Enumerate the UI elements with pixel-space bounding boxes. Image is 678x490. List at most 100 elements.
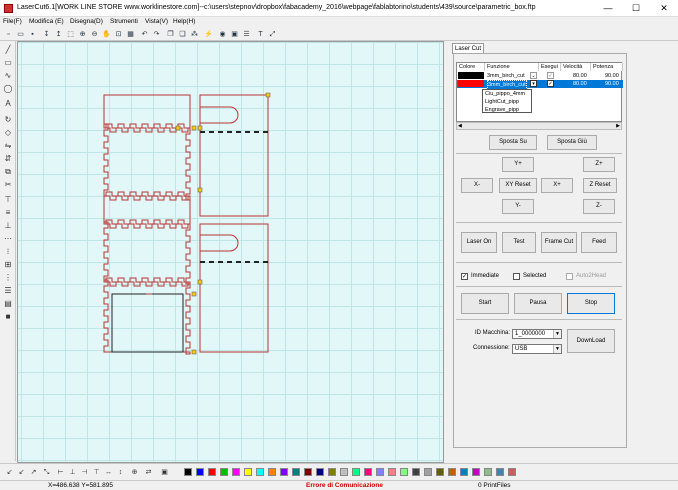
preview-icon[interactable]: ▣: [230, 30, 239, 39]
z-minus-button[interactable]: Z-: [583, 199, 615, 214]
layers-icon[interactable]: ☰: [3, 286, 13, 296]
mirror-h-icon[interactable]: ⇋: [3, 141, 13, 151]
properties-icon[interactable]: ☰: [242, 30, 251, 39]
line-tool-icon[interactable]: ╱: [3, 45, 13, 55]
node-edit-icon[interactable]: ◇: [3, 128, 13, 138]
color-swatch[interactable]: [364, 468, 372, 476]
color-swatch[interactable]: [448, 468, 456, 476]
align-top-icon[interactable]: ⊤: [3, 195, 13, 205]
menu-vista[interactable]: Vista(V): [145, 18, 168, 25]
open-file-icon[interactable]: ▭: [16, 30, 25, 39]
dropdown-option[interactable]: Engrave_pipp: [485, 106, 531, 114]
color-swatch[interactable]: [412, 468, 420, 476]
scroll-left-icon[interactable]: ◀: [458, 123, 462, 129]
undo-icon[interactable]: ↶: [140, 30, 149, 39]
frame-cut-button[interactable]: Frame Cut: [541, 232, 577, 253]
close-button[interactable]: ✕: [650, 0, 678, 17]
group-icon[interactable]: ⊞: [3, 260, 13, 270]
arrow-corner-icon[interactable]: ⤡: [42, 468, 51, 477]
grid-icon[interactable]: ▦: [126, 30, 135, 39]
ellipse-tool-icon[interactable]: ◯: [3, 84, 13, 94]
menu-modifica[interactable]: Modifica (E): [29, 18, 64, 25]
new-file-icon[interactable]: ▫: [4, 30, 13, 39]
layer-row-2[interactable]: 3mm_birch_cut ▾ ✓ 80.00 90.00: [457, 80, 623, 90]
move-up-button[interactable]: Sposta Su: [489, 135, 537, 150]
color-swatch[interactable]: [220, 468, 228, 476]
z-reset-button[interactable]: Z Reset: [583, 178, 617, 193]
align-bottom-icon[interactable]: ⊥: [3, 221, 13, 231]
color-swatch[interactable]: [316, 468, 324, 476]
magic-wand-icon[interactable]: ⚡: [204, 30, 213, 39]
color-swatch[interactable]: [460, 468, 468, 476]
start-button[interactable]: Start: [461, 293, 509, 314]
text-tool-icon[interactable]: A: [3, 99, 13, 109]
center-icon[interactable]: ⊕: [130, 468, 139, 477]
arrow-up-right-icon[interactable]: ↗: [29, 468, 38, 477]
scroll-right-icon[interactable]: ▶: [616, 123, 620, 129]
color-swatch[interactable]: [328, 468, 336, 476]
maximize-button[interactable]: ☐: [622, 0, 650, 17]
text-icon[interactable]: T: [256, 30, 265, 39]
download-button[interactable]: DownLoad: [567, 329, 615, 353]
color-swatch[interactable]: [208, 468, 216, 476]
color-swatch[interactable]: [508, 468, 516, 476]
same-width-icon[interactable]: ↔: [104, 468, 113, 477]
arrow-down-left-icon[interactable]: ↙: [5, 468, 14, 477]
connection-select[interactable]: USB ▼: [512, 344, 562, 354]
align-left-icon[interactable]: ⊢: [56, 468, 65, 477]
color-swatch[interactable]: [388, 468, 396, 476]
laser-on-button[interactable]: Laser On: [461, 232, 497, 253]
select-icon[interactable]: ⬚: [66, 30, 75, 39]
feed-button[interactable]: Feed: [581, 232, 617, 253]
arrow-down-left-icon[interactable]: ↙: [17, 468, 26, 477]
laser-icon[interactable]: ◉: [218, 30, 227, 39]
distribute-icon[interactable]: ⋯: [3, 234, 13, 244]
color-swatch[interactable]: [256, 468, 264, 476]
palette-icon[interactable]: ▣: [160, 468, 169, 477]
drawing-canvas[interactable]: [17, 41, 444, 463]
color-swatch[interactable]: [436, 468, 444, 476]
function-dropdown-list[interactable]: Ciu_pippo_4mm LightCut_pipp Engrave_pipp: [482, 89, 532, 113]
zoom-fit-icon[interactable]: ⊡: [114, 30, 123, 39]
color-swatch[interactable]: [424, 468, 432, 476]
measure-icon[interactable]: ⤢: [268, 30, 277, 39]
redo-icon[interactable]: ↷: [152, 30, 161, 39]
zoom-out-icon[interactable]: ⊖: [90, 30, 99, 39]
layer-execute-checkbox[interactable]: ✓: [547, 72, 554, 79]
import-icon[interactable]: ↧: [42, 30, 51, 39]
list-icon[interactable]: ▤: [3, 299, 13, 309]
mirror-v-icon[interactable]: ⇵: [3, 154, 13, 164]
x-minus-button[interactable]: X-: [461, 178, 493, 193]
nudge-icon[interactable]: ⇄: [144, 468, 153, 477]
color-swatch[interactable]: [496, 468, 504, 476]
color-swatch[interactable]: [196, 468, 204, 476]
curve-tool-icon[interactable]: ∿: [3, 71, 13, 81]
test-button[interactable]: Test: [502, 232, 536, 253]
align-right-icon[interactable]: ⊣: [80, 468, 89, 477]
selected-checkbox[interactable]: [513, 273, 520, 280]
minimize-button[interactable]: —: [594, 0, 622, 17]
z-plus-button[interactable]: Z+: [583, 157, 615, 172]
offset-icon[interactable]: ⧉: [3, 167, 13, 177]
fill-icon[interactable]: ■: [3, 312, 13, 322]
dropdown-option[interactable]: LightCut_pipp: [485, 98, 531, 106]
color-swatch[interactable]: [244, 468, 252, 476]
menu-file[interactable]: File(F): [3, 18, 22, 25]
move-down-button[interactable]: Sposta Giù: [547, 135, 597, 150]
array-icon[interactable]: ⁂: [190, 30, 199, 39]
layer-execute-checkbox[interactable]: ✓: [547, 80, 554, 87]
color-swatch[interactable]: [340, 468, 348, 476]
paste-icon[interactable]: ❏: [178, 30, 187, 39]
array-copy-icon[interactable]: ⋮: [3, 273, 13, 283]
immediate-checkbox[interactable]: ✓: [461, 273, 468, 280]
color-swatch[interactable]: [484, 468, 492, 476]
copy-icon[interactable]: ❐: [166, 30, 175, 39]
color-swatch[interactable]: [376, 468, 384, 476]
dropdown-option[interactable]: Ciu_pippo_4mm: [485, 90, 531, 98]
rotate-tool-icon[interactable]: ↻: [3, 115, 13, 125]
y-plus-button[interactable]: Y+: [502, 157, 534, 172]
equal-spacing-icon[interactable]: ⁝: [3, 247, 13, 257]
color-swatch[interactable]: [472, 468, 480, 476]
layer-table-scrollbar[interactable]: ◀ ▶: [456, 122, 622, 130]
color-swatch[interactable]: [352, 468, 360, 476]
